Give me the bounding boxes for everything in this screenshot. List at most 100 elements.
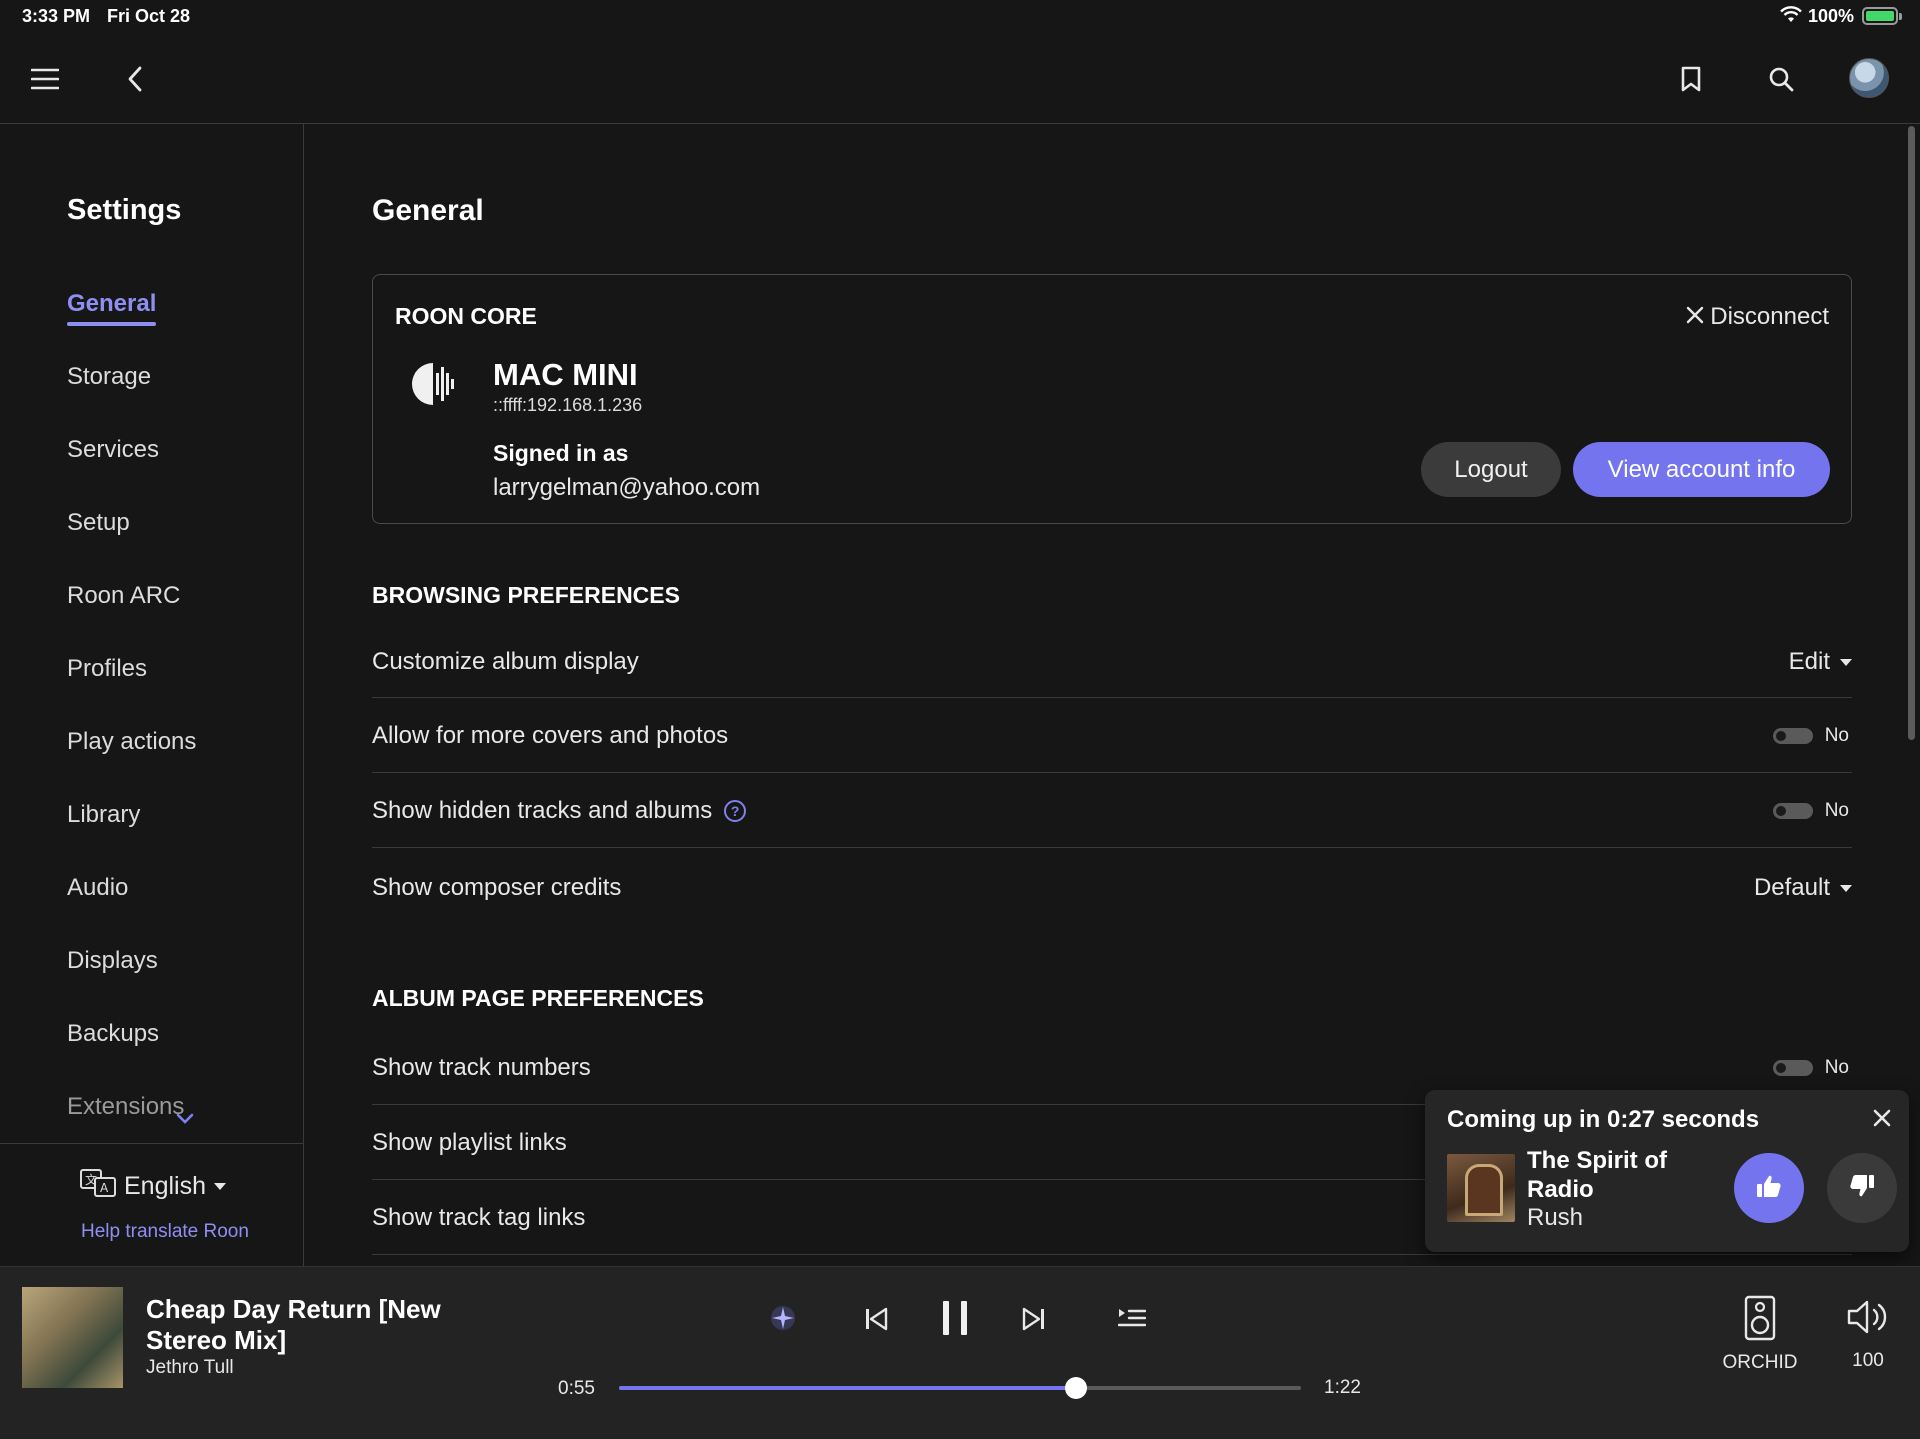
caret-down-icon [214, 1183, 226, 1190]
toggle-value: No [1824, 800, 1849, 821]
now-playing-bar: Cheap Day Return [New Stereo Mix] Jethro… [0, 1266, 1920, 1439]
core-ip-address: ::ffff:192.168.1.236 [493, 395, 643, 415]
close-icon[interactable] [1872, 1108, 1892, 1133]
svg-text:A: A [100, 1181, 109, 1195]
next-track-icon[interactable] [1022, 1307, 1046, 1336]
thumbs-up-button[interactable] [1734, 1153, 1804, 1223]
avatar[interactable] [1849, 58, 1889, 98]
seek-bar[interactable] [619, 1377, 1301, 1399]
volume-button[interactable]: 100 [1840, 1299, 1896, 1372]
toggle-value: No [1824, 725, 1849, 746]
top-nav [0, 34, 1920, 124]
seek-progress [619, 1386, 1076, 1390]
disconnect-button[interactable]: Disconnect [1686, 303, 1829, 331]
radio-sparkle-icon[interactable] [768, 1303, 798, 1338]
thumbs-down-button[interactable] [1827, 1153, 1897, 1223]
sidebar-item-backups[interactable]: Backups [67, 1020, 159, 1048]
pref-row-hidden-tracks: Show hidden tracks and albums ? No [372, 773, 1852, 848]
sidebar-item-storage[interactable]: Storage [67, 363, 151, 391]
menu-icon[interactable] [22, 56, 68, 102]
back-icon[interactable] [112, 56, 158, 102]
hidden-tracks-toggle[interactable]: No [1772, 800, 1849, 822]
up-next-album-art [1447, 1154, 1515, 1222]
dropdown-value: Default [1753, 874, 1830, 901]
wifi-icon [1780, 6, 1802, 29]
search-icon[interactable] [1758, 56, 1804, 102]
roon-logo-icon [409, 359, 457, 414]
customize-album-dropdown[interactable]: Edit [1789, 648, 1852, 676]
up-next-popup: Coming up in 0:27 seconds The Spirit of … [1425, 1090, 1909, 1252]
up-next-artist: Rush [1527, 1204, 1584, 1231]
pause-icon[interactable] [940, 1299, 970, 1342]
core-name: MAC MINI [493, 357, 638, 392]
toggle-switch[interactable] [1772, 728, 1813, 744]
bookmark-icon[interactable] [1668, 56, 1714, 102]
language-dropdown[interactable]: 文A English [80, 1169, 226, 1204]
now-playing-artist[interactable]: Jethro Tull [146, 1357, 234, 1379]
logout-button[interactable]: Logout [1421, 442, 1561, 497]
sidebar-item-play-actions[interactable]: Play actions [67, 728, 196, 756]
status-bar: 3:33 PM Fri Oct 28 100% [0, 0, 1920, 34]
sidebar-item-library[interactable]: Library [67, 801, 140, 829]
pref-label: Show track numbers [372, 1054, 591, 1081]
elapsed-time: 0:55 [558, 1378, 595, 1399]
sidebar-item-profiles[interactable]: Profiles [67, 655, 147, 683]
caret-down-icon [1840, 658, 1852, 666]
pref-row-more-covers: Allow for more covers and photos No [372, 698, 1852, 773]
chevron-down-icon[interactable] [176, 1112, 194, 1130]
pref-label-with-help: Show hidden tracks and albums ? [372, 797, 747, 825]
help-translate-link[interactable]: Help translate Roon [81, 1221, 249, 1243]
sidebar-item-extensions[interactable]: Extensions [67, 1093, 184, 1121]
account-email: larrygelman@yahoo.com [493, 474, 761, 501]
pref-row-composer-credits: Show composer credits Default [372, 848, 1852, 928]
status-time: 3:33 PM [22, 6, 91, 26]
now-playing-album-art[interactable] [22, 1287, 123, 1388]
queue-icon[interactable] [1117, 1307, 1147, 1334]
browsing-preferences-heading: BROWSING PREFERENCES [372, 582, 680, 608]
language-label: English [124, 1172, 206, 1200]
caret-down-icon [1840, 884, 1852, 892]
total-time: 1:22 [1324, 1377, 1361, 1398]
sidebar-item-audio[interactable]: Audio [67, 874, 128, 902]
zone-button[interactable]: ORCHID [1714, 1295, 1806, 1374]
sidebar-title: Settings [67, 194, 182, 226]
seek-handle[interactable] [1064, 1377, 1087, 1399]
page-title: General [372, 194, 484, 227]
scrollbar[interactable] [1908, 126, 1915, 740]
composer-credits-dropdown[interactable]: Default [1754, 874, 1852, 902]
speaker-icon [1744, 1295, 1776, 1345]
disconnect-label: Disconnect [1710, 303, 1829, 330]
volume-icon [1846, 1300, 1890, 1339]
zone-name: ORCHID [1722, 1352, 1798, 1373]
sidebar-item-general[interactable]: General [67, 290, 157, 326]
sidebar-item-displays[interactable]: Displays [67, 947, 158, 975]
pref-label: Show track tag links [372, 1204, 586, 1231]
sidebar-item-setup[interactable]: Setup [67, 509, 130, 537]
now-playing-track[interactable]: Cheap Day Return [New Stereo Mix] [146, 1294, 526, 1356]
pref-label: Allow for more covers and photos [372, 722, 729, 749]
previous-track-icon[interactable] [864, 1307, 888, 1336]
album-page-preferences-heading: ALBUM PAGE PREFERENCES [372, 985, 704, 1011]
close-icon [1686, 303, 1704, 331]
pref-row-customize-album-display: Customize album display Edit [372, 624, 1852, 698]
pref-label: Show composer credits [372, 874, 622, 901]
battery-icon [1862, 7, 1902, 25]
battery-percent: 100% [1808, 6, 1855, 26]
settings-sidebar: Settings General Storage Services Setup … [0, 124, 304, 1266]
up-next-track: The Spirit of Radio [1527, 1147, 1667, 1203]
toggle-value: No [1824, 1057, 1849, 1078]
view-account-info-button[interactable]: View account info [1573, 442, 1830, 497]
sidebar-item-roon-arc[interactable]: Roon ARC [67, 582, 180, 610]
more-covers-toggle[interactable]: No [1772, 725, 1849, 747]
track-numbers-toggle[interactable]: No [1772, 1057, 1849, 1079]
toggle-switch[interactable] [1772, 1060, 1813, 1076]
signed-in-label: Signed in as [493, 440, 629, 466]
help-icon[interactable]: ? [724, 800, 747, 822]
sidebar-divider [0, 1143, 304, 1144]
pref-label: Show playlist links [372, 1129, 567, 1156]
pref-label: Customize album display [372, 648, 639, 675]
up-next-title: Coming up in 0:27 seconds [1447, 1106, 1760, 1133]
translate-icon: 文A [80, 1169, 116, 1204]
sidebar-item-services[interactable]: Services [67, 436, 159, 464]
toggle-switch[interactable] [1772, 803, 1813, 819]
